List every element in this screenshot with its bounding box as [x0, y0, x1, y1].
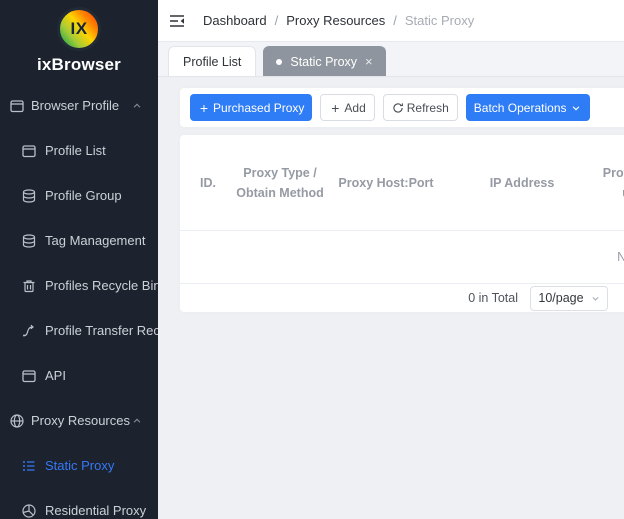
sidebar-item-static-proxy[interactable]: Static Proxy [0, 443, 158, 488]
breadcrumb-separator: / [393, 13, 397, 28]
tab-label: Profile List [183, 55, 241, 69]
sidebar-item-label: API [45, 368, 66, 383]
chevron-up-icon [132, 416, 142, 426]
layers-icon [21, 233, 37, 249]
topbar: Dashboard / Proxy Resources / Static Pro… [158, 0, 624, 42]
ixbrowser-logo: IX [57, 7, 101, 51]
table-header-row: ID. Proxy Type / Obtain Method Proxy Hos… [180, 135, 624, 231]
layers-icon [21, 188, 37, 204]
transfer-icon [21, 323, 37, 339]
tab-static-proxy[interactable]: Static Proxy × [263, 46, 385, 76]
sidebar-item-residential-proxy[interactable]: Residential Proxy [0, 488, 158, 519]
total-count-text: 0 in Total [468, 291, 518, 305]
refresh-icon [392, 102, 404, 114]
sidebar-item-label: Profile Group [45, 188, 122, 203]
button-label: Batch Operations [474, 101, 567, 115]
proxy-table: ID. Proxy Type / Obtain Method Proxy Hos… [180, 135, 624, 312]
column-header-proxy-type: Proxy Type / Obtain Method [236, 163, 324, 203]
sidebar-item-label: Residential Proxy [45, 503, 146, 518]
column-header-ip-address: IP Address [448, 173, 596, 193]
sidebar-item-api[interactable]: API [0, 353, 158, 398]
breadcrumb-separator: / [275, 13, 279, 28]
column-header-id: ID. [180, 173, 236, 193]
sidebar-item-label: Profiles Recycle Bin [45, 278, 158, 293]
batch-operations-button[interactable]: Batch Operations [466, 94, 590, 121]
window-icon [21, 368, 37, 384]
sidebar-item-label: Static Proxy [45, 458, 114, 473]
brand-name: ixBrowser [0, 55, 158, 75]
chevron-down-icon [591, 294, 600, 303]
button-label: Purchased Proxy [213, 101, 304, 115]
active-dot-icon [276, 59, 282, 65]
toolbar: + Purchased Proxy + Add Refresh Batch Op… [180, 88, 624, 127]
page-size-value: 10/page [538, 291, 583, 305]
sidebar-item-profile-list[interactable]: Profile List [0, 128, 158, 173]
brand-area: IX ixBrowser [0, 0, 158, 75]
menu-fold-icon[interactable] [168, 12, 186, 30]
plus-icon: + [329, 102, 341, 114]
sidebar-item-tag-management[interactable]: Tag Management [0, 218, 158, 263]
sidebar-group-browser-profile[interactable]: Browser Profile [0, 83, 158, 128]
pagination-bar: 0 in Total 10/page [180, 283, 624, 312]
chevron-down-icon [570, 102, 582, 114]
globe-icon [9, 413, 25, 429]
plus-icon: + [198, 102, 210, 114]
breadcrumb-proxy-resources[interactable]: Proxy Resources [286, 13, 385, 28]
trash-icon [21, 278, 37, 294]
sidebar-item-label: Profile Transfer Record [45, 323, 158, 338]
refresh-button[interactable]: Refresh [383, 94, 458, 121]
chevron-up-icon [132, 101, 142, 111]
close-icon[interactable]: × [365, 55, 373, 68]
sidebar-nav: Browser Profile Profile List Profile Gro… [0, 83, 158, 519]
column-header-profiles-in-use: Profiles in use [596, 163, 624, 203]
breadcrumb-dashboard[interactable]: Dashboard [203, 13, 267, 28]
empty-text: No Data [617, 250, 624, 264]
column-header-proxy-host-port: Proxy Host:Port [324, 173, 448, 193]
breadcrumb: Dashboard / Proxy Resources / Static Pro… [203, 13, 474, 28]
list-icon [21, 458, 37, 474]
pie-chart-icon [21, 503, 37, 519]
main-area: Dashboard / Proxy Resources / Static Pro… [158, 0, 624, 519]
button-label: Add [344, 101, 365, 115]
add-button[interactable]: + Add [320, 94, 374, 121]
button-label: Refresh [407, 101, 449, 115]
sidebar-group-label: Proxy Resources [31, 413, 130, 428]
sidebar-item-profile-group[interactable]: Profile Group [0, 173, 158, 218]
window-icon [21, 143, 37, 159]
sidebar: IX ixBrowser Browser Profile Profile Lis… [0, 0, 158, 519]
tab-strip: Profile List Static Proxy × [158, 42, 624, 77]
app-window: IX ixBrowser Browser Profile Profile Lis… [0, 0, 624, 519]
page-size-select[interactable]: 10/page [530, 286, 608, 311]
page-content: + Purchased Proxy + Add Refresh Batch Op… [158, 77, 624, 519]
sidebar-item-profiles-recycle-bin[interactable]: Profiles Recycle Bin [0, 263, 158, 308]
sidebar-group-proxy-resources[interactable]: Proxy Resources [0, 398, 158, 443]
sidebar-item-label: Tag Management [45, 233, 145, 248]
sidebar-item-label: Profile List [45, 143, 106, 158]
sidebar-group-label: Browser Profile [31, 98, 119, 113]
pagination: 0 in Total 10/page [180, 284, 624, 312]
tab-label: Static Proxy [290, 55, 357, 69]
purchased-proxy-button[interactable]: + Purchased Proxy [190, 94, 312, 121]
breadcrumb-static-proxy: Static Proxy [405, 13, 474, 28]
tab-profile-list[interactable]: Profile List [168, 46, 256, 76]
browser-window-icon [9, 98, 25, 114]
table-empty-state: No Data [180, 231, 624, 283]
sidebar-item-profile-transfer-record[interactable]: Profile Transfer Record [0, 308, 158, 353]
